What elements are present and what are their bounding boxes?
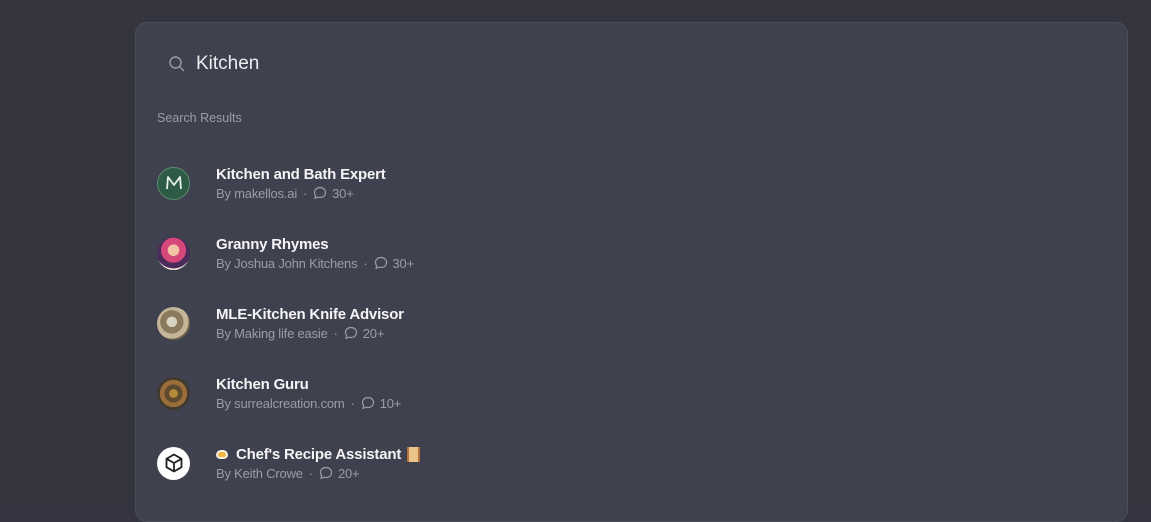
chat-bubble-icon [313, 186, 327, 200]
result-item-kitchen-and-bath-expert[interactable]: Kitchen and Bath Expert By makellos.ai ·… [157, 148, 1107, 218]
result-item-chefs-recipe-assistant[interactable]: Chef's Recipe Assistant By Keith Crowe ·… [157, 428, 1107, 498]
separator: · [333, 325, 338, 341]
conversation-count: 20+ [362, 325, 385, 341]
avatar [157, 306, 190, 340]
result-title: Kitchen and Bath Expert [216, 165, 386, 183]
conversation-count: 10+ [379, 395, 402, 411]
cooking-pan-icon [216, 449, 228, 459]
result-item-granny-rhymes[interactable]: Granny Rhymes By Joshua John Kitchens · … [157, 218, 1107, 288]
result-author: By Joshua John Kitchens [216, 255, 358, 271]
scroll-icon [407, 446, 421, 462]
conversation-count: 20+ [337, 465, 360, 481]
result-author: By surrealcreation.com [216, 395, 345, 411]
conversation-count: 30+ [392, 255, 415, 271]
search-results-heading: Search Results [157, 111, 242, 125]
separator: · [363, 255, 368, 271]
separator: · [308, 465, 313, 481]
separator: · [350, 395, 355, 411]
result-item-mle-kitchen-knife-advisor[interactable]: MLE-Kitchen Knife Advisor By Making life… [157, 288, 1107, 358]
result-author: By makellos.ai [216, 185, 298, 201]
result-author: By Making life easie [216, 325, 328, 341]
avatar [157, 376, 190, 410]
search-input[interactable] [196, 53, 896, 75]
search-bar [168, 51, 896, 77]
result-author: By Keith Crowe [216, 465, 303, 481]
result-item-kitchen-guru[interactable]: Kitchen Guru By surrealcreation.com · 10… [157, 358, 1107, 428]
result-title: MLE-Kitchen Knife Advisor [216, 305, 404, 323]
chat-bubble-icon [344, 326, 358, 340]
search-results-list: Kitchen and Bath Expert By makellos.ai ·… [157, 148, 1107, 498]
chat-bubble-icon [361, 396, 375, 410]
avatar [157, 166, 190, 200]
search-icon [168, 55, 186, 73]
avatar [157, 236, 190, 270]
chat-bubble-icon [319, 466, 333, 480]
cube-icon [165, 453, 182, 473]
result-title: Chef's Recipe Assistant [236, 445, 402, 463]
m-logo-icon [165, 176, 182, 190]
result-title: Kitchen Guru [216, 375, 309, 393]
conversation-count: 30+ [332, 185, 354, 201]
chat-bubble-icon [374, 256, 388, 270]
result-title: Granny Rhymes [216, 235, 329, 253]
separator: · [303, 185, 308, 201]
search-dialog: Search Results Kitchen and Bath Expert B… [135, 22, 1128, 522]
avatar [157, 446, 190, 480]
